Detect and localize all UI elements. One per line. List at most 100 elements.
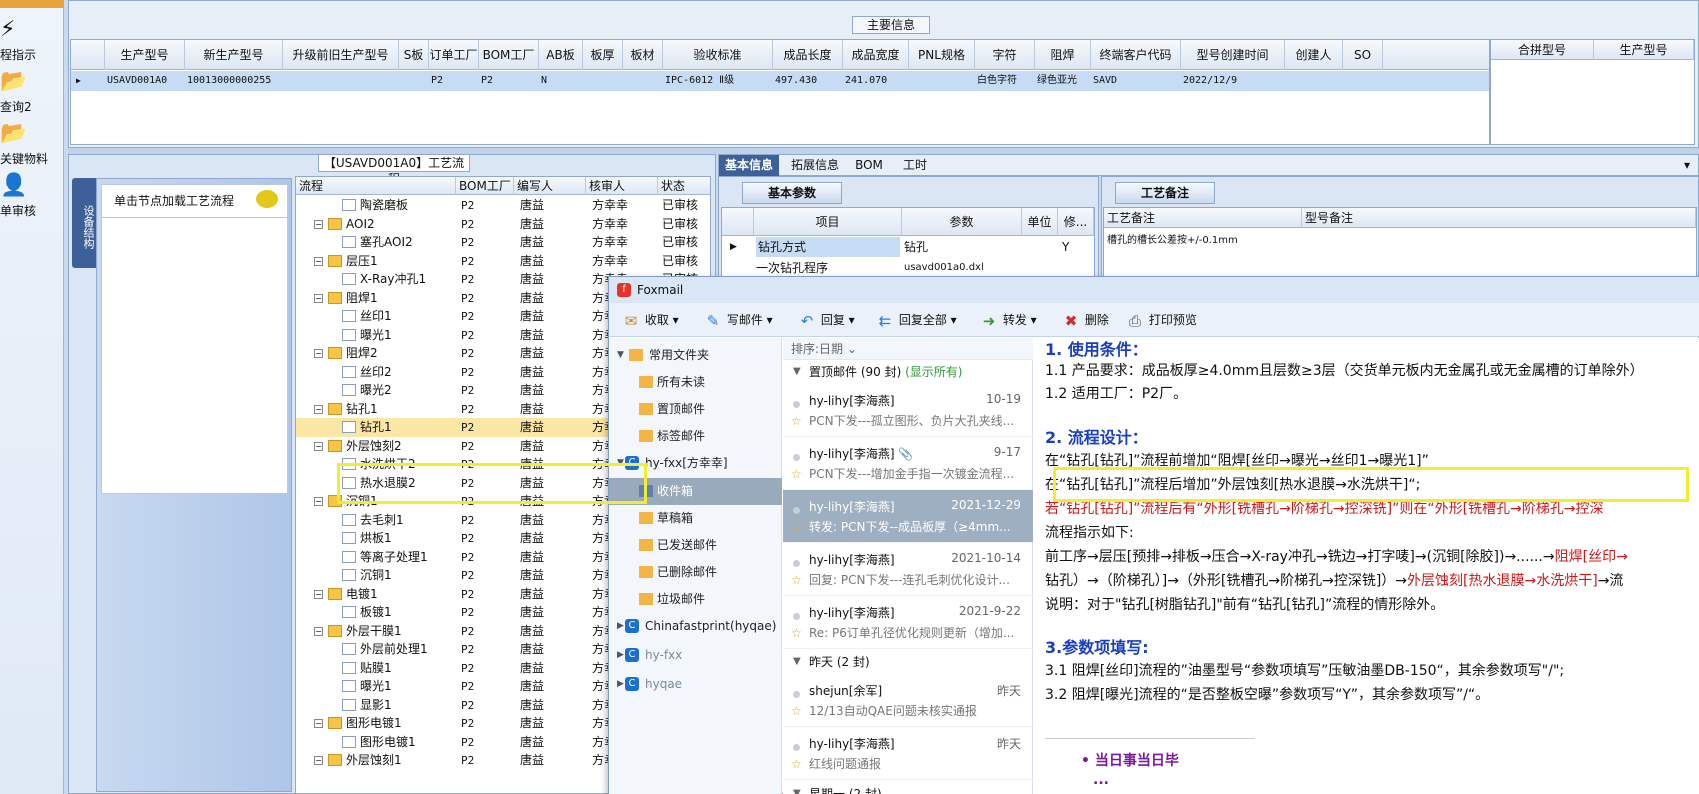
model-grid-col-header[interactable]: 成品宽度	[843, 40, 909, 70]
monday-group-header[interactable]: ▼ 星期一 (2 封)	[783, 782, 1033, 794]
tab-work-hours[interactable]: 工时	[895, 155, 935, 176]
sort-selector[interactable]: 排序:日期 ⌄	[783, 338, 1033, 360]
collapse-icon[interactable]: −	[314, 626, 323, 636]
model-grid-col-header[interactable]: 板厚	[583, 40, 623, 70]
pinned-group-header[interactable]: ▼ 置顶邮件 (90 封) (显示所有)	[783, 360, 1033, 384]
reply-all-button[interactable]: ⇇ 回复全部 ▾	[875, 303, 957, 337]
model-grid-col-header[interactable]: PNL规格	[909, 40, 975, 70]
star-icon[interactable]: ☆	[791, 573, 802, 587]
col-writer[interactable]: 编写人	[514, 177, 586, 195]
caret-right-icon[interactable]: ▶	[617, 613, 624, 640]
model-grid-col-header[interactable]: 型号创建时间	[1181, 40, 1285, 70]
nav-item-process[interactable]: ⚡ 程指示	[0, 18, 64, 70]
folder-item[interactable]: 已发送邮件	[609, 532, 782, 559]
model-grid-row[interactable]: ▶ USAVD001A0 10013000000255 P2 P2 N IPC-6012 Ⅱ…	[71, 71, 1489, 91]
folder-item[interactable]: 已删除邮件	[609, 559, 782, 586]
model-grid-col-header[interactable]: 字符	[975, 40, 1035, 70]
model-grid-col-header[interactable]: 终端客户代码	[1091, 40, 1181, 70]
collapse-icon[interactable]: −	[314, 293, 323, 303]
param-row[interactable]: ▶ 钻孔方式 钻孔 Y	[722, 237, 1094, 257]
nav-item-review[interactable]: 👤 单审核	[0, 174, 64, 226]
collapse-icon[interactable]: −	[314, 404, 323, 414]
tab-basic-info[interactable]: 基本信息	[719, 155, 779, 176]
star-icon[interactable]: ☆	[791, 626, 802, 640]
process-tree-row[interactable]: 陶瓷磨板 P2 唐益 方幸幸 已审核	[296, 196, 710, 215]
collapse-icon[interactable]: −	[314, 441, 323, 451]
mail-item[interactable]: ☆ hy-lihy[李海燕] 2021-10-14 回复: PCN下发---连孔毛刺优…	[783, 543, 1033, 596]
yesterday-group-header[interactable]: ▼ 昨天 (2 封)	[783, 650, 1033, 674]
collapse-icon[interactable]: −	[314, 349, 323, 358]
col-process[interactable]: 流程	[296, 177, 456, 195]
col-process-remark[interactable]: 工艺备注	[1104, 208, 1302, 228]
model-grid-col-header[interactable]: SO	[1343, 40, 1383, 70]
model-grid-col-header[interactable]: 验收标准	[663, 40, 773, 70]
collapse-icon[interactable]: −	[314, 256, 323, 266]
model-grid-col-header[interactable]: 升级前旧生产型号	[283, 40, 399, 70]
compose-button[interactable]: ✎ 写邮件 ▾	[703, 303, 773, 337]
caret-right-icon[interactable]: ▶	[617, 642, 624, 669]
col-merge-model[interactable]: 合拼型号	[1491, 40, 1594, 60]
reply-button[interactable]: ↶ 回复 ▾	[797, 303, 855, 337]
param-row[interactable]: 一次钻孔程序 usavd001a0.dxl	[722, 258, 1094, 278]
collapse-icon[interactable]: −	[314, 719, 323, 728]
star-icon[interactable]: ☆	[791, 704, 802, 718]
col-bom-factory[interactable]: BOM工厂	[456, 177, 514, 195]
folder-item[interactable]: 置顶邮件	[609, 396, 782, 423]
nav-item-query[interactable]: 📂 查询2	[0, 70, 64, 122]
forward-button[interactable]: ➜ 转发 ▾	[979, 303, 1037, 337]
model-grid-col-header[interactable]: 新生产型号	[185, 40, 283, 70]
collapse-icon[interactable]: −	[314, 219, 323, 229]
model-grid-col-header[interactable]: BOM工厂	[479, 40, 539, 70]
col-reviewer[interactable]: 核审人	[586, 177, 658, 195]
model-grid-col-header[interactable]: 成品长度	[773, 40, 843, 70]
chevron-down-icon[interactable]: ▾	[1677, 155, 1697, 176]
mail-item[interactable]: ☆ hy-lihy[李海燕] 2021-9-22 Re: P6订单孔径优化规则更新（增…	[783, 596, 1033, 649]
col-model-remark[interactable]: 型号备注	[1302, 208, 1696, 228]
mail-item[interactable]: ☆ hy-lihy[李海燕] 📎 9-17 PCN下发---增加金手指一次镀金流程..…	[783, 437, 1033, 490]
device-structure-tab[interactable]: 设备结构	[72, 178, 96, 268]
folder-item[interactable]: 所有未读	[609, 369, 782, 396]
folder-item[interactable]: 垃圾邮件	[609, 586, 782, 613]
col-param[interactable]: 参数	[902, 208, 1022, 236]
col-prod-model[interactable]: 生产型号	[1594, 40, 1694, 60]
mail-item[interactable]: ☆ hy-lihy[李海燕] 昨天 红线问题通报	[783, 727, 1033, 780]
receive-button[interactable]: ✉ 收取 ▾	[621, 303, 679, 337]
folder-item[interactable]: 草稿箱	[609, 505, 782, 532]
model-grid-col-header[interactable]: S板	[399, 40, 429, 70]
tab-bom[interactable]: BOM	[849, 155, 889, 176]
col-status[interactable]: 状态	[658, 177, 710, 195]
folder-item[interactable]: ▶ Chy-fxx	[609, 642, 782, 669]
model-grid-col-header[interactable]: 创建人	[1285, 40, 1343, 70]
mail-item[interactable]: ☆ hy-lihy[李海燕] 2021-12-29 转发: PCN下发--成品板厚（≥…	[783, 490, 1033, 543]
col-item[interactable]: 项目	[754, 208, 902, 236]
tab-ext-info[interactable]: 拓展信息	[785, 155, 845, 176]
col-unit[interactable]: 单位	[1022, 208, 1058, 236]
model-grid-col-header[interactable]: 阻焊	[1035, 40, 1091, 70]
star-icon[interactable]: ☆	[791, 467, 802, 481]
folder-item[interactable]: ▶ Chyqae	[609, 671, 782, 698]
col-mod[interactable]: 修...	[1058, 208, 1094, 236]
show-all-link[interactable]: (显示所有)	[905, 365, 962, 379]
model-grid-col-header[interactable]: AB板	[539, 40, 583, 70]
process-tree-row[interactable]: 塞孔AOI2 P2 唐益 方幸幸 已审核	[296, 233, 710, 252]
mail-item[interactable]: ☆ hy-lihy[李海燕] 10-19 PCN下发---孤立图形、负片大孔夹线...	[783, 384, 1033, 437]
collapse-icon[interactable]: −	[314, 756, 323, 765]
collapse-icon[interactable]: −	[314, 589, 323, 599]
star-icon[interactable]: ☆	[791, 520, 802, 534]
folder-item[interactable]: ▼ 常用文件夹	[609, 342, 782, 369]
nav-item-material[interactable]: 📂 关键物料	[0, 122, 64, 174]
process-tree-row[interactable]: − AOI2 P2 唐益 方幸幸 已审核	[296, 215, 710, 234]
mail-item[interactable]: ☆ shejun[余军] 昨天 12/13自动QAE问题未核实通报	[783, 674, 1033, 727]
node-area[interactable]	[101, 218, 288, 494]
caret-right-icon[interactable]: ▶	[617, 671, 624, 698]
collapse-icon[interactable]: −	[314, 497, 323, 506]
folder-item[interactable]: ▶ C Chinafastprint(hyqae)	[609, 613, 782, 640]
folder-item[interactable]: 标签邮件	[609, 423, 782, 450]
process-tree-row[interactable]: − 层压1 P2 唐益 方幸幸 已审核	[296, 252, 710, 271]
model-grid-col-header[interactable]: 生产型号	[105, 40, 185, 70]
model-grid-col-header[interactable]: 板材	[623, 40, 663, 70]
caret-down-icon[interactable]: ▼	[617, 342, 624, 369]
star-icon[interactable]: ☆	[791, 414, 802, 428]
model-grid-col-header[interactable]: 订单工厂	[429, 40, 479, 70]
process-remark-text[interactable]: 槽孔的槽长公差按+/-0.1mm	[1107, 231, 1287, 246]
